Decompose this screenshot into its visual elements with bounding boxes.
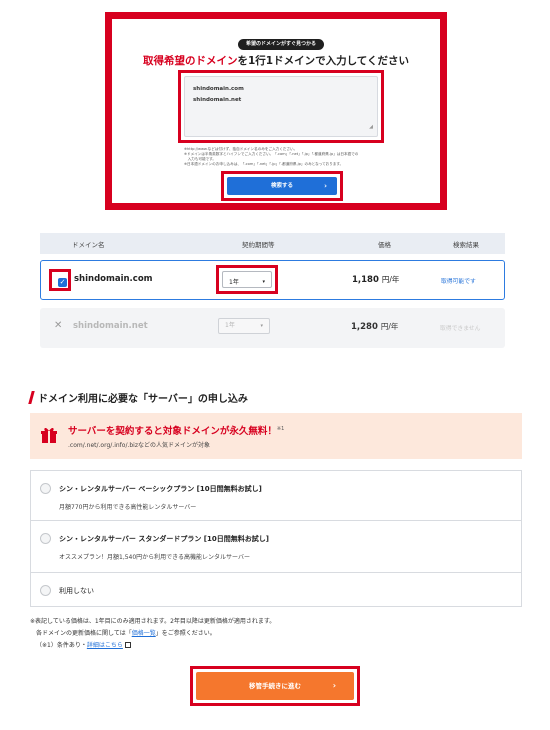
domain-search-panel: 希望のドメインがすぐ見つかる 取得希望のドメインを1行1ドメインで入力してくださ… bbox=[105, 12, 447, 210]
domain-textarea-highlight: shindomain.com shindomain.net ◢ bbox=[178, 70, 384, 143]
price-unit: 円/年 bbox=[380, 322, 399, 331]
checkbox-highlight: ✓ bbox=[49, 269, 71, 291]
external-link-icon bbox=[124, 642, 131, 648]
footnote-line-1: ※表記している価格は、1年目にのみ適用されます。2年目以降は更新価格が適用されま… bbox=[30, 618, 276, 625]
promo-banner: サーバーを契約すると対象ドメインが永久無料！※1 .com/.net/.org/… bbox=[30, 413, 522, 459]
footnote-line-2: 各ドメインの更新価格に関しては「価格一覧」をご参照ください。 bbox=[30, 628, 275, 640]
results-table-header: ドメイン名 契約期間等 価格 検索結果 bbox=[40, 233, 505, 254]
price-value: 1,180 bbox=[352, 275, 379, 285]
plan-option-none[interactable]: 利用しない bbox=[31, 573, 521, 608]
chevron-down-icon: ▾ bbox=[262, 279, 265, 285]
header-period: 契約期間等 bbox=[242, 241, 275, 249]
table-row: ✕ shindomain.net 1年 ▾ 1,280 円/年 取得できません bbox=[40, 308, 505, 348]
close-icon: ✕ bbox=[54, 320, 63, 331]
period-select-value: 1年 bbox=[225, 322, 235, 329]
domain-price: 1,280 円/年 bbox=[351, 321, 398, 332]
proceed-transfer-button[interactable]: 移管手続きに進む › bbox=[196, 672, 354, 700]
title-prefix: 取得希望の bbox=[143, 55, 196, 67]
price-value: 1,280 bbox=[351, 322, 378, 332]
note-line: ※日本語ドメインのお申し込みは、「.com」「.net」「.jp」「.都道府県.… bbox=[184, 162, 344, 166]
period-select-highlight: 1年 ▾ bbox=[216, 265, 278, 294]
server-section-title: ドメイン利用に必要な「サーバー」の申し込み bbox=[28, 390, 248, 405]
search-button-highlight: 検索する › bbox=[221, 171, 343, 201]
promo-note-mark: ※1 bbox=[276, 425, 285, 432]
price-unit: 円/年 bbox=[381, 275, 400, 284]
section-accent-bar bbox=[28, 391, 35, 404]
period-select-value: 1年 bbox=[229, 279, 239, 286]
status-unavailable: 取得できません bbox=[440, 326, 481, 332]
search-panel-title: 取得希望のドメインを1行1ドメインで入力してください bbox=[112, 53, 440, 68]
header-result: 検索結果 bbox=[453, 241, 479, 249]
server-section-title-text: ドメイン利用に必要な「サーバー」の申し込み bbox=[38, 394, 248, 405]
promo-subtitle: .com/.net/.org/.info/.bizなどの人気ドメインが対象 bbox=[68, 442, 211, 449]
domain-name: shindomain.net bbox=[73, 321, 148, 331]
plan-name: シン・レンタルサーバー ベーシックプラン [10日間無料お試し] bbox=[59, 485, 262, 493]
footnote-text: 各ドメインの更新価格に関しては「 bbox=[36, 630, 132, 637]
chevron-right-icon: › bbox=[324, 182, 327, 190]
domain-line-2: shindomain.net bbox=[193, 97, 242, 103]
search-button-label: 検索する bbox=[270, 183, 293, 189]
domain-price: 1,180 円/年 bbox=[352, 274, 399, 285]
footnote-text: （※1）条件あり・ bbox=[36, 642, 87, 649]
input-notes: ※http://www.などは付けず、独自ドメイン名のみをご入力ください。 ※ド… bbox=[184, 147, 384, 167]
status-available: 取得可能です bbox=[441, 279, 476, 285]
domain-textarea[interactable]: shindomain.com shindomain.net ◢ bbox=[184, 76, 378, 137]
proceed-button-highlight: 移管手続きに進む › bbox=[190, 666, 360, 706]
plan-option-standard[interactable]: シン・レンタルサーバー スタンダードプラン [10日間無料お試し] オススメプラ… bbox=[31, 521, 521, 573]
domain-line-1: shindomain.com bbox=[193, 86, 244, 92]
promo-title: サーバーを契約すると対象ドメインが永久無料！※1 bbox=[68, 423, 284, 437]
title-suffix: を1行1ドメインで入力してください bbox=[237, 55, 409, 67]
plan-description: オススメプラン！月額1,540円から利用できる高機能レンタルサーバー bbox=[59, 554, 250, 561]
footnote-line-3: （※1）条件あり・詳細はこちら bbox=[30, 640, 275, 652]
resize-grip-icon[interactable]: ◢ bbox=[369, 122, 373, 133]
header-price: 価格 bbox=[378, 241, 391, 249]
period-select[interactable]: 1年 ▾ bbox=[222, 271, 272, 288]
search-tagline-badge: 希望のドメインがすぐ見つかる bbox=[238, 39, 324, 50]
period-select-disabled: 1年 ▾ bbox=[218, 318, 270, 334]
plan-option-basic[interactable]: シン・レンタルサーバー ベーシックプラン [10日間無料お試し] 月額770円か… bbox=[31, 471, 521, 521]
chevron-right-icon: › bbox=[332, 681, 336, 690]
title-highlight: ドメイン bbox=[195, 55, 238, 67]
promo-title-text: サーバーを契約すると対象ドメインが永久無料！ bbox=[68, 426, 277, 437]
chevron-down-icon: ▾ bbox=[260, 323, 263, 329]
radio-button[interactable] bbox=[40, 483, 51, 494]
radio-button[interactable] bbox=[40, 533, 51, 544]
footnote-text: 」をご参照ください。 bbox=[155, 630, 216, 637]
gift-icon bbox=[41, 427, 57, 443]
header-domain: ドメイン名 bbox=[72, 241, 105, 249]
search-button[interactable]: 検索する › bbox=[227, 177, 337, 195]
plan-description: 月額770円から利用できる高性能レンタルサーバー bbox=[59, 504, 197, 511]
domain-checkbox[interactable]: ✓ bbox=[58, 278, 67, 287]
server-plan-options: シン・レンタルサーバー ベーシックプラン [10日間無料お試し] 月額770円か… bbox=[30, 470, 522, 607]
table-row[interactable]: ✓ shindomain.com 1年 ▾ 1,180 円/年 取得可能です bbox=[40, 260, 505, 300]
radio-button[interactable] bbox=[40, 585, 51, 596]
plan-name: シン・レンタルサーバー スタンダードプラン [10日間無料お試し] bbox=[59, 535, 269, 543]
details-link[interactable]: 詳細はこちら bbox=[87, 642, 123, 649]
domain-name: shindomain.com bbox=[74, 274, 153, 284]
plan-none-label: 利用しない bbox=[59, 587, 94, 595]
footnotes: ※表記している価格は、1年目にのみ適用されます。2年目以降は更新価格が適用されま… bbox=[30, 616, 275, 652]
price-list-link[interactable]: 価格一覧 bbox=[132, 630, 156, 637]
proceed-button-label: 移管手続きに進む bbox=[249, 682, 301, 690]
